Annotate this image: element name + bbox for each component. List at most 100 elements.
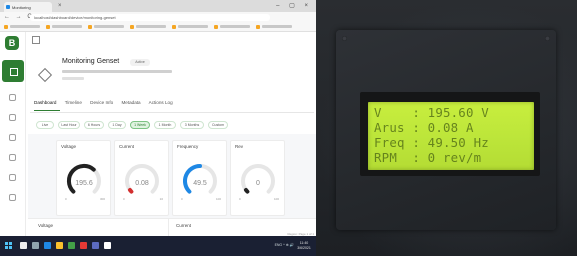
explorer-icon[interactable] (56, 242, 63, 249)
gauge-title: Voltage (61, 144, 77, 149)
frequency-gauge-card: Frequency 49.5 0 100 (172, 140, 227, 216)
favicon-icon (6, 5, 10, 9)
sidebar-item-icon[interactable] (9, 94, 16, 101)
gauge-value: 0 (256, 180, 260, 187)
lcd-line-current: Arus : 0.08 A (374, 120, 474, 135)
range-chip[interactable]: Live (36, 121, 54, 129)
frequency-gauge: 49.5 (183, 164, 217, 194)
gauge-fill (128, 188, 134, 194)
voltage-chart-title: Voltage (38, 223, 54, 228)
gauge-scale: 0 100 (239, 197, 279, 201)
app-icon[interactable] (92, 242, 99, 249)
current-chart-title: Current (176, 223, 192, 228)
black-enclosure: V : 195.60 V Arus : 0.08 A Freq : 49.50 … (336, 30, 556, 230)
lcd-line-rpm: RPM : 0 rev/m (374, 150, 482, 165)
gauge-title: Current (119, 144, 135, 149)
taskbar-clock[interactable]: 11:40 3/6/2021 (296, 241, 312, 251)
tab-actions-log[interactable]: Actions Log (149, 100, 173, 105)
time-range-selector: Live Last Hour 6 Hours 1 Day 1 Week 1 Mo… (36, 121, 316, 130)
bookmark-item[interactable] (256, 24, 294, 30)
range-chip[interactable]: 3 Months (180, 121, 204, 129)
photo-composite: Monitoring × – ▢ × ← → C localhost/dashb… (0, 0, 577, 256)
device-title: Monitoring Genset (62, 58, 120, 65)
gauge-fill (183, 164, 202, 194)
range-chip[interactable]: Custom (208, 121, 228, 129)
current-gauge: 0.08 (125, 164, 159, 194)
screw-icon (342, 36, 347, 41)
gauge-title: Rev (235, 144, 244, 149)
url-input[interactable]: localhost/dashboard/device/monitoring-ge… (30, 14, 270, 21)
bookmark-item[interactable] (172, 24, 210, 30)
system-tray[interactable]: ENG ^ ⊕ 🔊 (275, 243, 294, 247)
status-badge: Active (130, 59, 150, 66)
collapse-icon[interactable] (32, 36, 40, 44)
edge-icon[interactable] (44, 242, 51, 249)
gauge-fill (244, 188, 250, 194)
bookmark-item[interactable] (46, 24, 84, 30)
device-meta (62, 70, 172, 73)
bookmark-item[interactable] (88, 24, 126, 30)
browser-tab-title: Monitoring (12, 5, 31, 10)
lcd-photo: V : 195.60 V Arus : 0.08 A Freq : 49.50 … (316, 0, 577, 256)
device-tabs: Dashboard Timeline Device Info Metadata … (34, 100, 314, 110)
tab-device-info[interactable]: Device Info (90, 100, 113, 105)
range-chip[interactable]: Last Hour (58, 121, 80, 129)
tabs-divider (30, 112, 314, 113)
laptop-screen: Monitoring × – ▢ × ← → C localhost/dashb… (0, 0, 316, 256)
device-header: Monitoring Genset Active (26, 32, 316, 96)
range-chip[interactable]: 1 Day (108, 121, 126, 129)
task-view-icon[interactable] (32, 242, 39, 249)
extensions-icons[interactable] (282, 14, 312, 27)
app-icon[interactable] (80, 242, 87, 249)
sidebar-item-icon[interactable] (9, 154, 16, 161)
close-tab-icon[interactable]: × (58, 2, 62, 10)
bookmarks-bar (0, 22, 316, 32)
browser-tab[interactable]: Monitoring (4, 2, 52, 12)
tab-timeline[interactable]: Timeline (65, 100, 82, 105)
lcd-line-frequency: Freq : 49.50 Hz (374, 135, 489, 150)
bookmark-item[interactable] (4, 24, 42, 30)
sidebar-item-icon[interactable] (9, 134, 16, 141)
device-meta-secondary (62, 77, 84, 80)
bookmark-item[interactable] (214, 24, 252, 30)
range-chip[interactable]: 1 Month (154, 121, 176, 129)
active-tab-indicator (34, 110, 60, 111)
current-gauge-card: Current 0.08 0 10 (114, 140, 169, 216)
lower-widgets: Voltage Current Region: Page 1 of 1 (28, 218, 316, 237)
sidebar-item-devices[interactable] (2, 60, 24, 82)
rev-gauge-card: Rev 0 0 100 (230, 140, 285, 216)
sidebar-item-icon[interactable] (9, 114, 16, 121)
chrome-icon[interactable] (104, 242, 111, 249)
tab-dashboard[interactable]: Dashboard (34, 100, 56, 105)
gauge-fill (66, 164, 96, 194)
windows-taskbar: ENG ^ ⊕ 🔊 11:40 3/6/2021 (0, 236, 316, 256)
window-controls[interactable]: – ▢ × (276, 1, 312, 11)
lcd-line-voltage: V : 195.60 V (374, 105, 489, 120)
gauge-value: 49.5 (193, 180, 207, 187)
gauge-scale: 0 10 (123, 197, 163, 201)
screw-icon (545, 36, 550, 41)
widget-divider (168, 219, 169, 237)
app-sidebar: B (0, 32, 26, 236)
sidebar-item-icon[interactable] (9, 194, 16, 201)
range-chip-selected[interactable]: 1 Week (130, 121, 150, 129)
bookmark-item[interactable] (130, 24, 168, 30)
gauge-value: 0.08 (135, 180, 149, 187)
sidebar-item-icon[interactable] (9, 174, 16, 181)
voltage-gauge: 195.6 (66, 164, 101, 194)
voltage-gauge-card: Voltage 195.6 0 300 (56, 140, 111, 216)
windows-start-icon[interactable] (5, 242, 12, 249)
browser-tabbar: Monitoring × – ▢ × (0, 0, 316, 12)
range-chip[interactable]: 6 Hours (84, 121, 104, 129)
search-icon[interactable] (20, 242, 27, 249)
rev-gauge: 0 (241, 164, 275, 194)
gauge-value: 195.6 (75, 180, 93, 187)
address-bar: ← → C localhost/dashboard/device/monitor… (0, 12, 316, 27)
app-icon[interactable] (68, 242, 75, 249)
gauge-scale: 0 300 (65, 197, 105, 201)
app-logo[interactable]: B (5, 36, 19, 50)
device-icon (37, 67, 53, 83)
gauge-title: Frequency (177, 144, 199, 149)
tab-metadata[interactable]: Metadata (121, 100, 140, 105)
lcd-screen: V : 195.60 V Arus : 0.08 A Freq : 49.50 … (368, 102, 534, 170)
